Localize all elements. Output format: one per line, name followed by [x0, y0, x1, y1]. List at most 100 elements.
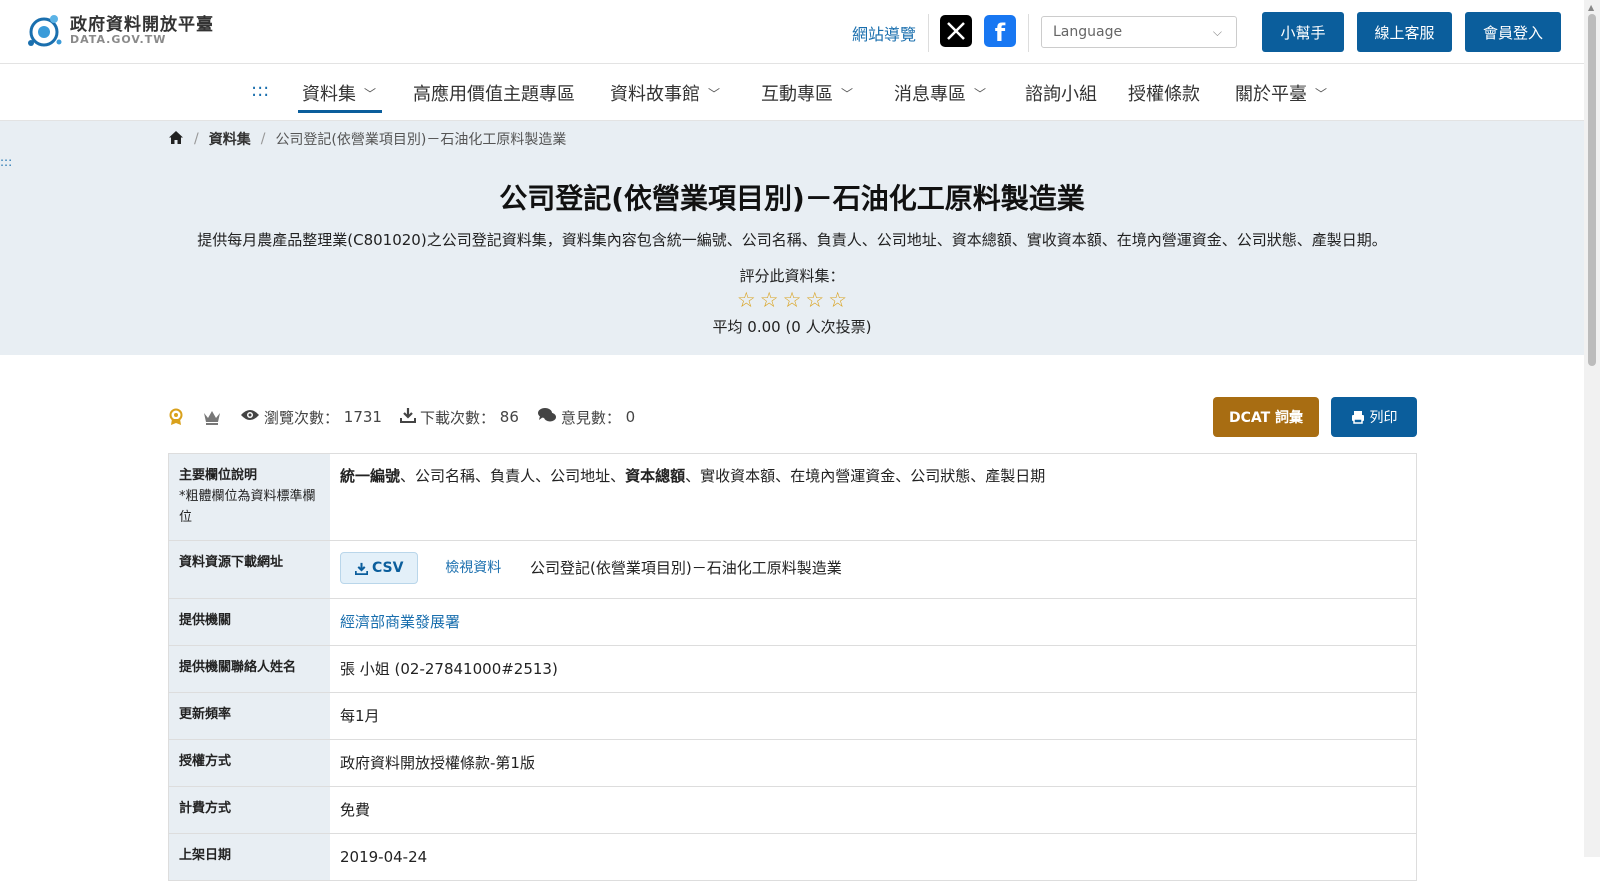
main-nav: ::: 資料集 ﹀ 高應用價值主題專區 資料故事館 ﹀ 互動專區 ﹀ 消息專區 ﹀ 諮詢…	[0, 65, 1584, 121]
x-icon[interactable]	[940, 15, 972, 47]
table-row: 計費方式 免費	[168, 787, 1417, 835]
fee-label: 計費方式	[169, 787, 330, 834]
accesskey-marker[interactable]: :::	[0, 155, 12, 169]
star-icon[interactable]: ☆	[737, 288, 756, 312]
field-item: 產製日期	[985, 467, 1046, 485]
frequency-value: 每1月	[340, 707, 380, 726]
print-button[interactable]: 列印	[1331, 397, 1417, 437]
agency-label: 提供機關	[169, 599, 330, 646]
nav-item-datasets[interactable]: 資料集 ﹀	[302, 80, 376, 106]
nav-item-stories[interactable]: 資料故事館 ﹀	[610, 80, 720, 106]
csv-download-button[interactable]: CSV	[340, 552, 419, 585]
field-item: 公司名稱	[415, 467, 476, 485]
chevron-down-icon: ﹀	[841, 87, 854, 101]
nav-item-interactive[interactable]: 互動專區 ﹀	[761, 80, 853, 106]
rating-average: 平均 0.00 (0 人次投票)	[712, 318, 872, 336]
field-item: 負責人	[490, 467, 536, 485]
scroll-up-icon[interactable]: ▲	[1588, 3, 1594, 12]
nav-item-about[interactable]: 關於平臺 ﹀	[1235, 80, 1327, 106]
fields-list: 統一編號、公司名稱、負責人、公司地址、資本總額、實收資本額、在境內營運資金、公司…	[340, 467, 1046, 485]
field-item: 公司地址	[550, 467, 611, 485]
resource-value: CSV 檢視資料 公司登記(依營業項目別)－石油化工原料製造業	[330, 541, 1416, 598]
resource-name: 公司登記(依營業項目別)－石油化工原料製造業	[530, 559, 842, 578]
language-select-value: Language	[1053, 24, 1123, 40]
table-row: 資料資源下載網址 CSV 檢視資料 公司登記(依營業項目別)－石油化工原料製造業	[168, 541, 1417, 600]
chevron-down-icon: ﹀	[364, 87, 377, 101]
fields-label: 主要欄位說明 *粗體欄位為資料標準欄位	[169, 454, 330, 541]
site-map-link[interactable]: 網站導覽	[852, 21, 916, 45]
facebook-icon[interactable]: f	[984, 15, 1016, 47]
chevron-down-icon: ⌵	[1212, 25, 1222, 39]
table-row: 更新頻率 每1月	[168, 693, 1417, 741]
crown-icon	[202, 409, 222, 425]
download-icon	[355, 562, 368, 575]
logo-subtitle: DATA.GOV.TW	[70, 33, 167, 47]
eye-icon	[240, 408, 260, 426]
nav-menu-dots[interactable]: :::	[251, 80, 269, 101]
page-scrollbar[interactable]: ▲	[1584, 0, 1600, 857]
fields-label-text: 主要欄位說明	[179, 468, 258, 483]
badge-icon	[168, 408, 184, 426]
breadcrumb-datasets[interactable]: 資料集	[209, 129, 251, 149]
breadcrumb-current: 公司登記(依營業項目別)－石油化工原料製造業	[275, 132, 567, 148]
star-icon[interactable]: ☆	[760, 288, 779, 312]
rating-stars: ☆ ☆ ☆ ☆ ☆	[0, 288, 1584, 312]
online-service-button[interactable]: 線上客服	[1357, 12, 1452, 52]
site-header: 政府資料開放平臺 DATA.GOV.TW 網站導覽 f Language ⌵ 小…	[0, 0, 1584, 64]
license-label: 授權方式	[169, 740, 330, 787]
table-row: 上架日期 2019-04-24	[168, 834, 1417, 881]
star-icon[interactable]: ☆	[805, 288, 824, 312]
logo-icon	[24, 12, 64, 50]
breadcrumb: / 資料集 / 公司登記(依營業項目別)－石油化工原料製造業	[168, 129, 566, 149]
downloads-label: 下載次數：	[419, 408, 495, 427]
dataset-info-table: 主要欄位說明 *粗體欄位為資料標準欄位 統一編號、公司名稱、負責人、公司地址、資…	[168, 453, 1417, 881]
divider	[928, 14, 929, 52]
contact-value: 張 小姐 (02-27841000#2513)	[340, 660, 558, 679]
print-button-label: 列印	[1369, 410, 1398, 426]
star-icon[interactable]: ☆	[828, 288, 847, 312]
table-row: 提供機關 經濟部商業發展署	[168, 599, 1417, 647]
field-item: 公司狀態	[910, 467, 971, 485]
views-label: 瀏覽次數：	[264, 408, 340, 427]
dataset-hero: / 資料集 / 公司登記(依營業項目別)－石油化工原料製造業 ::: 公司登記(…	[0, 121, 1584, 355]
home-icon[interactable]	[168, 130, 184, 149]
field-item: 資本總額	[625, 467, 686, 485]
field-item: 在境內營運資金	[790, 467, 896, 485]
nav-item-label: 關於平臺	[1235, 84, 1307, 105]
nav-item-license[interactable]: 授權條款	[1128, 80, 1200, 106]
downloads-count: 86	[499, 408, 519, 426]
table-row: 主要欄位說明 *粗體欄位為資料標準欄位 統一編號、公司名稱、負責人、公司地址、資…	[168, 454, 1417, 542]
page-title: 公司登記(依營業項目別)－石油化工原料製造業	[499, 182, 1085, 215]
member-login-button[interactable]: 會員登入	[1465, 12, 1561, 52]
dcat-vocabulary-button[interactable]: DCAT 詞彙	[1213, 397, 1319, 437]
nav-item-label: 互動專區	[761, 84, 833, 105]
table-row: 提供機關聯絡人姓名 張 小姐 (02-27841000#2513)	[168, 646, 1417, 694]
logo-title: 政府資料開放平臺	[70, 14, 214, 35]
csv-label: CSV	[372, 560, 404, 577]
download-icon	[399, 407, 416, 427]
downloads-stat: 下載次數： 86	[399, 407, 519, 428]
nav-item-news[interactable]: 消息專區 ﹀	[894, 80, 986, 106]
table-row: 授權方式 政府資料開放授權條款-第1版	[168, 740, 1417, 788]
divider	[1028, 14, 1029, 52]
views-count: 1731	[343, 408, 382, 426]
comments-label: 意見數：	[560, 408, 621, 427]
comments-count: 0	[625, 408, 636, 426]
chevron-down-icon: ﹀	[708, 87, 721, 101]
comments-icon	[537, 407, 557, 427]
breadcrumb-separator: /	[260, 131, 266, 147]
nav-item-high-value[interactable]: 高應用價值主題專區	[413, 80, 575, 106]
scrollbar-thumb[interactable]	[1588, 14, 1596, 366]
agency-value: 經濟部商業發展署	[330, 599, 1416, 645]
agency-link[interactable]: 經濟部商業發展署	[340, 613, 460, 631]
helper-button[interactable]: 小幫手	[1262, 12, 1344, 52]
nav-item-label: 資料集	[302, 84, 356, 105]
language-select[interactable]: Language ⌵	[1041, 16, 1237, 48]
contact-label: 提供機關聯絡人姓名	[169, 646, 330, 693]
resource-label: 資料資源下載網址	[169, 541, 330, 599]
site-logo[interactable]: 政府資料開放平臺 DATA.GOV.TW	[24, 12, 214, 50]
view-data-link[interactable]: 檢視資料	[445, 557, 501, 579]
nav-item-advisory[interactable]: 諮詢小組	[1025, 80, 1097, 106]
date-label: 上架日期	[169, 834, 330, 881]
star-icon[interactable]: ☆	[783, 288, 802, 312]
